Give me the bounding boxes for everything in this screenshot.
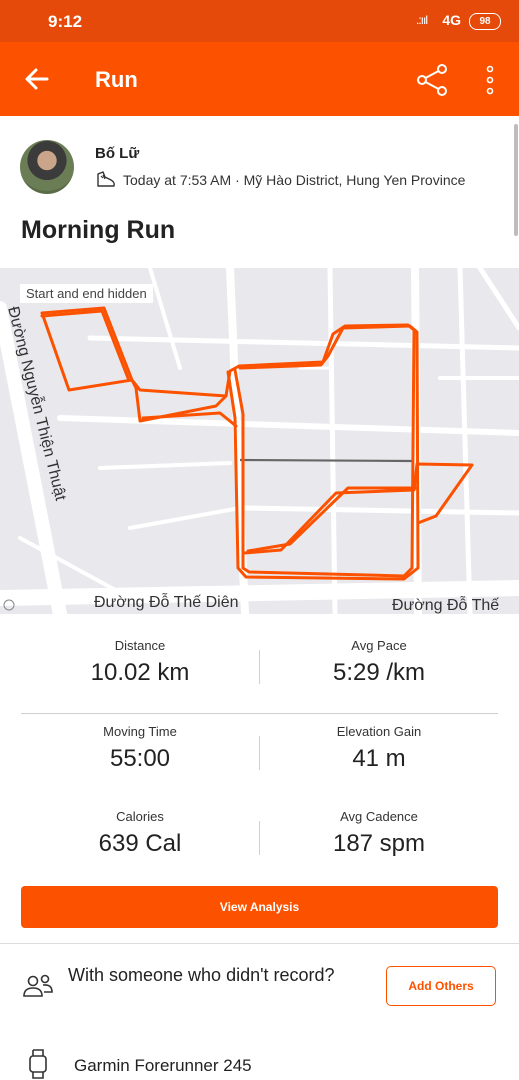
stats-row: Distance 10.02 km Avg Pace 5:29 /km [21, 628, 498, 714]
stats-row: Moving Time 55:00 Elevation Gain 41 m [21, 714, 498, 799]
stat-value: 639 Cal [98, 830, 182, 857]
battery-icon: 98 [469, 13, 501, 30]
stat-calories: Calories 639 Cal [21, 809, 259, 858]
stats-row: Calories 639 Cal Avg Cadence 187 spm [21, 799, 498, 884]
stat-label: Calories [116, 809, 164, 824]
group-icon [23, 974, 53, 997]
arrow-left-icon[interactable] [22, 64, 52, 94]
stat-distance: Distance 10.02 km [21, 638, 259, 687]
device-row: Garmin Forerunner 245 [0, 1040, 519, 1080]
avatar[interactable] [20, 140, 74, 194]
stat-label: Avg Pace [351, 638, 407, 653]
stat-value: 5:29 /km [332, 659, 426, 686]
page-title: Run [95, 67, 138, 92]
network-type: 4G [442, 12, 461, 28]
stat-value: 10.02 km [90, 659, 190, 686]
stat-elevation-gain: Elevation Gain 41 m [260, 724, 498, 773]
shoe-icon [97, 171, 115, 187]
stat-value: 187 spm [332, 830, 426, 857]
athlete-header: Bố Lữ Today at 7:53 AM · Mỹ Hào District… [0, 116, 519, 216]
signal-icon: .:ııl [415, 13, 428, 27]
more-vertical-icon[interactable] [480, 64, 500, 96]
street-label-bottom-left: Đường Đỗ Thế Diên [94, 592, 239, 611]
stat-label: Avg Cadence [340, 809, 418, 824]
stats-grid: Distance 10.02 km Avg Pace 5:29 /km Movi… [21, 628, 498, 884]
stat-moving-time: Moving Time 55:00 [21, 724, 259, 773]
map-canvas: Đường Nguyễn Thiện Thuật Đường Đỗ Thế Di… [0, 268, 519, 614]
app-bar: Run [0, 42, 519, 116]
route-map[interactable]: Đường Nguyễn Thiện Thuật Đường Đỗ Thế Di… [0, 268, 519, 614]
stat-label: Moving Time [103, 724, 177, 739]
activity-meta: Today at 7:53 AM · Mỹ Hào District, Hung… [95, 171, 465, 189]
view-analysis-button[interactable]: View Analysis [21, 886, 498, 928]
stat-label: Elevation Gain [336, 724, 422, 739]
status-bar: 9:12 .:ııl 4G 98 [0, 0, 519, 42]
others-prompt: With someone who didn't record? [68, 965, 335, 985]
stat-avg-cadence: Avg Cadence 187 spm [260, 809, 498, 858]
street-label-bottom-right: Đường Đỗ Thế [392, 595, 499, 614]
stat-value: 41 m [352, 745, 406, 772]
stat-label: Distance [114, 638, 166, 653]
add-others-button[interactable]: Add Others [386, 966, 496, 1006]
share-icon[interactable] [414, 62, 450, 98]
scrollbar[interactable] [514, 124, 518, 236]
stat-value: 55:00 [109, 745, 171, 772]
status-time: 9:12 [48, 12, 83, 31]
device-name: Garmin Forerunner 245 [74, 1056, 252, 1075]
athlete-name[interactable]: Bố Lữ [95, 145, 139, 162]
watch-icon [29, 1049, 47, 1079]
add-others-section: With someone who didn't record? Add Othe… [0, 944, 519, 1034]
stat-avg-pace: Avg Pace 5:29 /km [260, 638, 498, 687]
activity-title: Morning Run [21, 216, 176, 244]
activity-meta-text: Today at 7:53 AM · Mỹ Hào District, Hung… [123, 172, 466, 188]
privacy-badge: Start and end hidden [20, 284, 153, 303]
